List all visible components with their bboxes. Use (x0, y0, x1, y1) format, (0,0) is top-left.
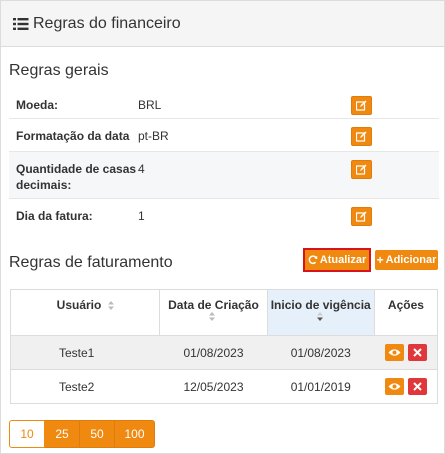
rule-value: BRL (138, 98, 162, 112)
list-icon (13, 17, 29, 30)
general-rules-title: Regras gerais (9, 62, 109, 79)
eye-icon (388, 349, 401, 356)
eye-icon (388, 383, 401, 390)
rule-label: Dia da fatura: (16, 209, 93, 223)
close-icon (412, 382, 422, 391)
general-rules-table: Moeda: BRL Formatação da data pt-BR Quan… (9, 88, 439, 231)
update-label: Atualizar (319, 254, 367, 266)
delete-button[interactable] (407, 344, 427, 361)
cell-created: 12/05/2023 (159, 369, 268, 404)
table-header-row: Usuário Data de Criação Inicio de vigênc… (10, 289, 438, 336)
edit-icon (356, 164, 367, 175)
plus-icon: + (376, 253, 384, 267)
edit-decimals-button[interactable] (351, 160, 372, 179)
edit-currency-button[interactable] (351, 96, 372, 115)
financial-rules-panel: Regras do financeiro Regras gerais Moeda… (0, 0, 445, 454)
cell-actions (374, 335, 438, 370)
update-button[interactable]: Atualizar (303, 248, 371, 272)
rule-row-currency: Moeda: BRL (9, 88, 439, 119)
rule-value: pt-BR (138, 129, 169, 143)
table-row: Teste2 12/05/2023 01/01/2019 (10, 369, 438, 404)
edit-icon (356, 211, 367, 222)
cell-start: 01/01/2019 (267, 369, 375, 404)
page-size-10[interactable]: 10 (9, 420, 45, 448)
panel-header: Regras do financeiro (1, 1, 444, 47)
rule-row-invoice-day: Dia da fatura: 1 (9, 198, 439, 231)
delete-button[interactable] (407, 378, 427, 395)
add-label: Adicionar (385, 254, 437, 266)
cell-user: Teste1 (10, 335, 160, 370)
view-button[interactable] (384, 344, 404, 361)
col-header-actions: Ações (387, 298, 424, 312)
sort-desc-icon (316, 312, 323, 321)
rule-label: Moeda: (16, 98, 58, 112)
col-header-user[interactable]: Usuário (10, 289, 161, 336)
edit-invoice-day-button[interactable] (351, 207, 372, 226)
rule-row-decimals: Quantidade de casas decimais: 4 (9, 151, 439, 199)
cell-created: 01/08/2023 (159, 335, 268, 370)
sort-icon (107, 301, 114, 311)
edit-icon (356, 100, 367, 111)
billing-rules-title: Regras de faturamento (9, 254, 173, 271)
view-button[interactable] (384, 378, 404, 395)
page-size-selector: 10 25 50 100 (9, 420, 155, 448)
billing-rules-table: Usuário Data de Criação Inicio de vigênc… (10, 289, 438, 404)
close-icon (412, 348, 422, 357)
edit-date-format-button[interactable] (351, 127, 372, 146)
rule-value: 1 (138, 209, 145, 223)
col-header-created[interactable]: Data de Criação (159, 289, 268, 336)
page-size-25[interactable]: 25 (45, 420, 80, 448)
page-size-50[interactable]: 50 (80, 420, 115, 448)
refresh-icon (308, 255, 318, 265)
cell-start: 01/08/2023 (267, 335, 375, 370)
page-title: Regras do financeiro (33, 14, 181, 32)
rule-label: Quantidade de casas decimais: (16, 162, 137, 192)
table-row: Teste1 01/08/2023 01/08/2023 (10, 335, 438, 370)
page-size-100[interactable]: 100 (115, 420, 155, 448)
rule-row-date-format: Formatação da data pt-BR (9, 118, 439, 152)
cell-user: Teste2 (10, 369, 160, 404)
rule-label: Formatação da data (16, 129, 130, 143)
sort-icon (209, 312, 216, 321)
add-button[interactable]: + Adicionar (375, 250, 438, 270)
edit-icon (356, 131, 367, 142)
col-header-start[interactable]: Inicio de vigência (267, 289, 375, 336)
cell-actions (374, 369, 438, 404)
rule-value: 4 (138, 162, 145, 176)
